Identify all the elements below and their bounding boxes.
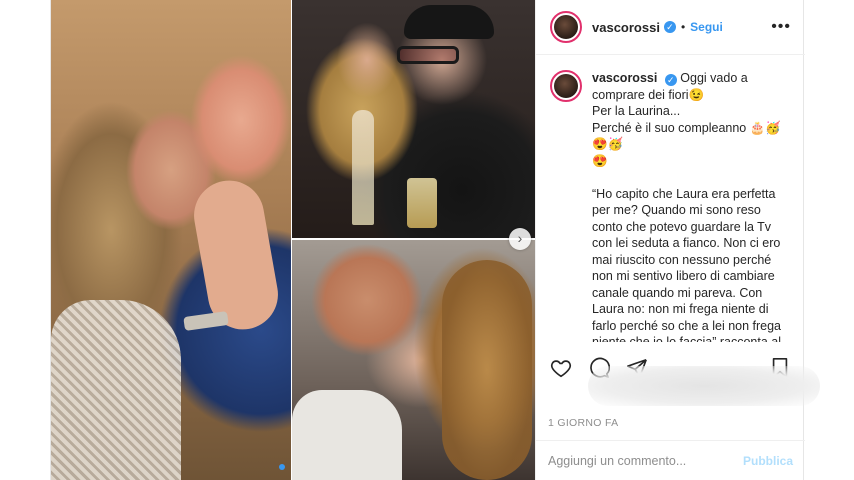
- carousel-dot-active: [279, 464, 285, 470]
- photo-couple-kiss-top-right: [292, 0, 535, 238]
- username-link[interactable]: vascorossi: [592, 20, 660, 35]
- more-options-icon[interactable]: •••: [771, 18, 791, 36]
- wine-glass-shape: [352, 110, 374, 225]
- caption-avatar[interactable]: [550, 70, 582, 102]
- photo-couple-kiss-left: [51, 0, 291, 480]
- post-header: vascorossi ✓ • Segui •••: [536, 0, 805, 55]
- drink-glass-shape: [407, 178, 437, 228]
- hand-shape: [188, 175, 284, 335]
- follow-button[interactable]: Segui: [690, 20, 723, 34]
- verified-badge-icon: ✓: [663, 21, 676, 33]
- caption-username-link[interactable]: vascorossi: [592, 71, 657, 85]
- shirt-shape: [292, 390, 402, 480]
- comment-input[interactable]: [548, 453, 743, 468]
- hair-shape: [442, 260, 532, 480]
- glasses-shape: [397, 46, 459, 64]
- carousel-indicator: [279, 464, 285, 470]
- likes-blurred: [588, 366, 820, 406]
- post-media-carousel[interactable]: ›: [51, 0, 535, 480]
- photo-couple-kiss-bottom-right: [292, 240, 535, 480]
- caption-comment: vascorossi ✓ Oggi vado a comprare dei fi…: [550, 70, 792, 342]
- dress-shape: [51, 300, 181, 480]
- comments-section[interactable]: vascorossi ✓ Oggi vado a comprare dei fi…: [536, 56, 806, 342]
- watch-shape: [183, 311, 229, 331]
- cap-shape: [404, 5, 494, 39]
- avatar[interactable]: [550, 11, 582, 43]
- separator-dot: •: [680, 20, 686, 34]
- instagram-post: › vascorossi ✓ • Segui ••• vascorossi ✓ …: [50, 0, 820, 480]
- publish-button[interactable]: Pubblica: [743, 454, 793, 468]
- post-side-panel: vascorossi ✓ • Segui ••• vascorossi ✓ Og…: [535, 0, 820, 480]
- post-timestamp: 1 GIORNO FA: [548, 417, 619, 429]
- next-slide-button[interactable]: ›: [509, 228, 531, 250]
- verified-badge-icon: ✓: [664, 74, 677, 86]
- heart-icon[interactable]: [548, 355, 574, 381]
- add-comment-bar: Pubblica: [536, 440, 805, 480]
- caption-text: Oggi vado a comprare dei fiori😉 Per la L…: [592, 71, 782, 342]
- caption-body: vascorossi ✓ Oggi vado a comprare dei fi…: [592, 70, 792, 342]
